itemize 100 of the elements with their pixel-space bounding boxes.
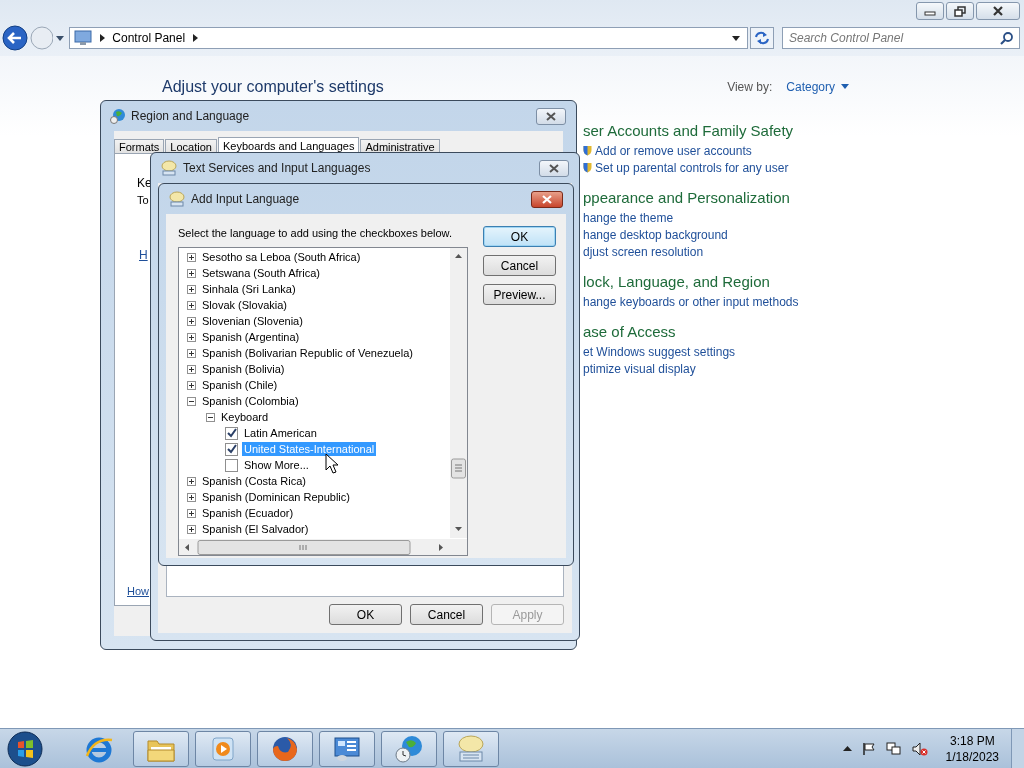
tab[interactable]: Administrative <box>360 139 440 153</box>
window-title: Text Services and Input Languages <box>183 161 371 175</box>
taskbar-button[interactable] <box>443 730 499 767</box>
page-heading: Adjust your computer's settings <box>162 78 384 96</box>
category-link[interactable]: djust screen resolution <box>583 244 704 259</box>
show-hidden-icons-icon[interactable] <box>842 745 852 752</box>
taskbar-button[interactable] <box>381 730 437 767</box>
tab[interactable]: Location <box>165 139 217 153</box>
recent-pages-caret-icon[interactable] <box>55 34 66 42</box>
taskbar-button[interactable] <box>133 730 189 767</box>
restore-button[interactable] <box>946 2 974 20</box>
media-player-icon <box>209 734 237 763</box>
dialog-button[interactable]: OK <box>329 604 402 625</box>
network-icon[interactable] <box>885 741 902 756</box>
clock-date: 1/18/2023 <box>945 748 999 765</box>
address-bar[interactable]: Control Panel <box>69 27 749 49</box>
tree-item[interactable]: Sinhala (Sri Lanka) <box>200 282 298 296</box>
checkmark-icon <box>226 444 237 454</box>
tree-expander[interactable] <box>187 300 196 310</box>
globe-icon <box>110 108 126 124</box>
tree-expander[interactable] <box>187 348 196 358</box>
help-link[interactable]: How <box>127 585 149 597</box>
tree-expander[interactable] <box>187 476 196 486</box>
tree-item[interactable]: Spanish (El Salvador) <box>200 522 311 536</box>
category-title[interactable]: ser Accounts and Family Safety <box>583 122 843 139</box>
tree-item[interactable]: Sesotho sa Leboa (South Africa) <box>200 250 363 264</box>
checkbox[interactable] <box>225 458 238 472</box>
help-link[interactable]: H <box>139 248 148 262</box>
tree-expander[interactable] <box>187 492 196 502</box>
breadcrumb-item[interactable]: Control Panel <box>112 31 186 45</box>
search-field[interactable]: Search Control Panel <box>782 27 1020 49</box>
tree-item[interactable]: Spanish (Colombia) <box>200 394 301 408</box>
tab[interactable]: Keyboards and Languages <box>217 137 360 153</box>
tab[interactable]: Formats <box>114 139 165 153</box>
tree-item[interactable]: Keyboard <box>219 410 271 424</box>
clock[interactable]: 3:18 PM 1/18/2023 <box>945 732 999 765</box>
category-title[interactable]: lock, Language, and Region <box>583 273 843 290</box>
category-link[interactable]: hange the theme <box>583 210 674 225</box>
breadcrumb-arrow-icon <box>98 33 107 43</box>
tree-expander[interactable] <box>187 380 196 390</box>
tree-expander[interactable] <box>187 268 196 278</box>
tree-item[interactable]: Spanish (Ecuador) <box>200 506 296 520</box>
tree-item[interactable]: Spanish (Chile) <box>200 378 280 392</box>
category-link[interactable]: ptimize visual display <box>583 361 696 376</box>
tree-expander[interactable] <box>187 316 196 326</box>
close-button[interactable] <box>976 2 1020 20</box>
dropdown-caret-icon[interactable] <box>731 34 742 42</box>
tree-item[interactable]: Setswana (South Africa) <box>200 266 322 280</box>
keyboard-speech-icon <box>168 191 186 207</box>
category-link[interactable]: Set up parental controls for any user <box>595 160 789 175</box>
tree-item[interactable]: Spanish (Bolivarian Republic of Venezuela) <box>200 346 415 360</box>
flag-icon[interactable] <box>861 741 876 756</box>
dialog-button[interactable]: Cancel <box>410 604 483 625</box>
instruction-text: Select the language to add using the checkboxes below. <box>178 226 453 240</box>
checkbox[interactable] <box>225 426 238 440</box>
tree-view[interactable] <box>178 247 468 556</box>
tree-expander[interactable] <box>206 412 215 422</box>
checkbox[interactable] <box>225 442 238 456</box>
tree-expander[interactable] <box>187 396 196 406</box>
dialog-button[interactable]: OK <box>483 226 556 247</box>
window-title: Region and Language <box>131 109 250 123</box>
tree-expander[interactable] <box>187 364 196 374</box>
tree-item[interactable]: Slovak (Slovakia) <box>200 298 289 312</box>
tree-item[interactable]: Spanish (Bolivia) <box>200 362 287 376</box>
taskbar-button[interactable] <box>257 730 313 767</box>
dropdown-caret-icon <box>841 84 850 90</box>
refresh-icon <box>754 31 771 45</box>
tree-item[interactable]: Latin American <box>242 426 319 440</box>
close-button[interactable] <box>539 159 569 177</box>
category-link[interactable]: Add or remove user accounts <box>595 143 752 158</box>
back-button[interactable] <box>2 25 28 51</box>
restore-icon <box>954 5 966 17</box>
tree-item[interactable]: Slovenian (Slovenia) <box>200 314 305 328</box>
tree-item[interactable]: Spanish (Argentina) <box>200 330 302 344</box>
category-title[interactable]: ase of Access <box>583 323 843 340</box>
tree-expander[interactable] <box>187 252 196 262</box>
speaker-muted-icon[interactable] <box>911 741 928 756</box>
vertical-scrollbar[interactable] <box>450 248 467 538</box>
tree-item[interactable]: Show More... <box>242 458 311 472</box>
view-by-dropdown[interactable]: Category <box>786 80 850 94</box>
tree-expander[interactable] <box>187 284 196 294</box>
tree-item[interactable]: Spanish (Costa Rica) <box>200 474 308 488</box>
keyboard-speech-icon <box>160 160 178 176</box>
tree-item[interactable]: Spanish (Dominican Republic) <box>200 490 352 504</box>
close-button[interactable] <box>531 190 563 208</box>
start-button[interactable] <box>7 730 43 767</box>
close-button[interactable] <box>536 107 566 125</box>
taskbar-button[interactable] <box>195 730 251 767</box>
category-title[interactable]: ppearance and Personalization <box>583 189 843 206</box>
close-icon <box>545 111 557 121</box>
category-link[interactable]: hange desktop background <box>583 227 728 242</box>
category-link[interactable]: hange keyboards or other input methods <box>583 294 799 309</box>
tree-expander[interactable] <box>187 524 196 534</box>
dialog-button[interactable]: Cancel <box>483 255 556 276</box>
taskbar-button[interactable] <box>319 730 375 767</box>
dialog-button[interactable]: Preview... <box>483 284 556 305</box>
tree-expander[interactable] <box>187 508 196 518</box>
tree-expander[interactable] <box>187 332 196 342</box>
category-link[interactable]: et Windows suggest settings <box>583 344 736 359</box>
refresh-button[interactable] <box>750 27 774 49</box>
